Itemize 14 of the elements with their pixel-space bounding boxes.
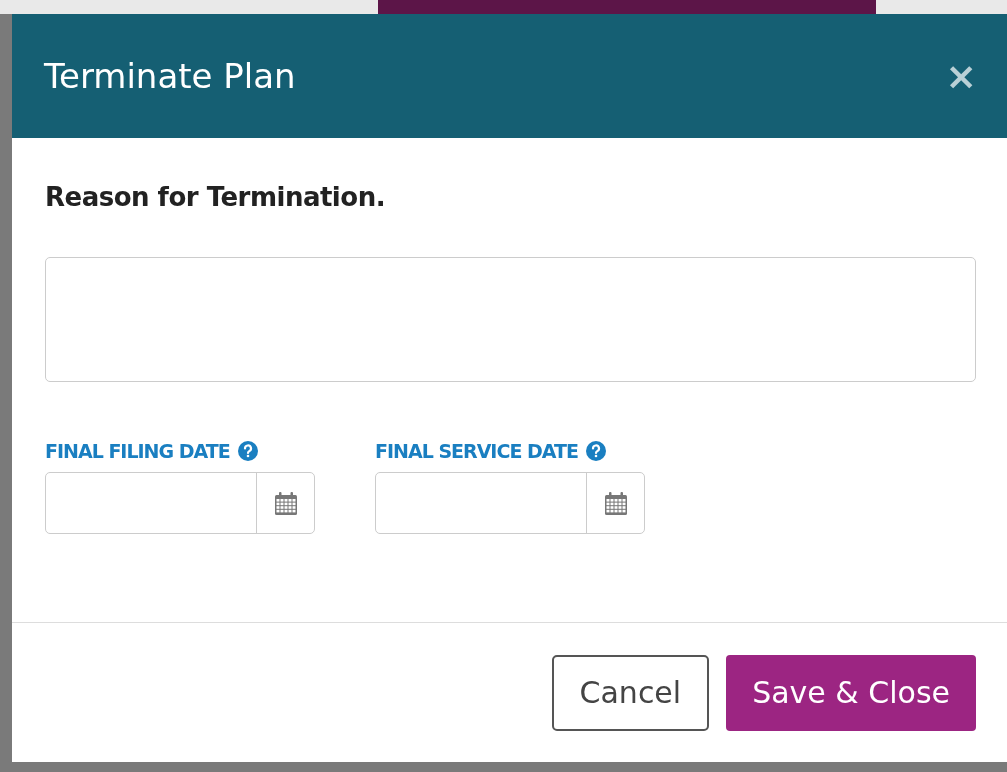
- reason-label: Reason for Termination.: [45, 181, 387, 214]
- date-field[interactable]: [45, 471, 315, 534]
- date-label: FINAL FILING DATE: [45, 439, 230, 464]
- close-button[interactable]: ×: [945, 57, 977, 95]
- calendar-icon: [603, 490, 628, 515]
- help-icon: [237, 441, 258, 462]
- modal-title: Terminate Plan: [44, 54, 296, 98]
- help-icon: [585, 441, 606, 462]
- calendar-icon: [273, 490, 298, 515]
- reason-field[interactable]: [45, 257, 976, 382]
- save-button[interactable]: Save & Close: [726, 654, 976, 731]
- date-field[interactable]: [375, 471, 645, 534]
- cancel-button[interactable]: Cancel: [551, 654, 710, 731]
- date-label: FINAL SERVICE DATE: [375, 439, 578, 464]
